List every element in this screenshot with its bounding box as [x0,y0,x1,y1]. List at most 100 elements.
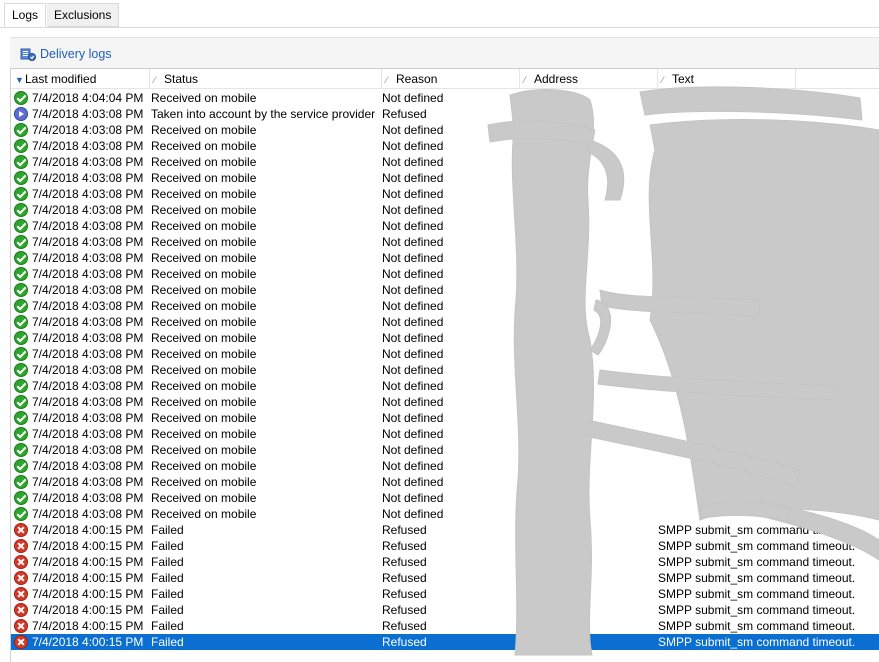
table-row[interactable]: 7/4/2018 4:00:15 PM Failed Refused SMPP sub… [11,634,879,650]
cell-status: Received on mobile [151,315,257,329]
failed-status-icon [14,539,28,553]
cell-last-modified: 7/4/2018 4:03:08 PM [32,507,144,521]
tab-exclusions[interactable]: Exclusions [47,3,120,27]
cell-last-modified: 7/4/2018 4:03:08 PM [32,219,144,233]
table-row[interactable]: 7/4/2018 4:03:08 PM Received on mobile Not… [11,218,879,234]
success-status-icon [14,235,28,249]
table-row[interactable]: 7/4/2018 4:00:15 PM Failed Refused SMPP sub… [11,602,879,618]
cell-status: Taken into account by the service provid… [151,107,376,121]
cell-last-modified: 7/4/2018 4:00:15 PM [32,539,144,553]
cell-status: Failed [151,619,184,633]
success-status-icon [14,475,28,489]
table-row[interactable]: 7/4/2018 4:03:08 PM Received on mobile Not… [11,186,879,202]
cell-reason: Not defined [382,347,444,361]
pending-status-icon [14,107,28,121]
failed-status-icon [14,571,28,585]
sort-icon: ⁄ [386,75,388,85]
table-row[interactable]: 7/4/2018 4:04:04 PM Received on mobile Not… [11,90,879,106]
cell-reason: Not defined [382,299,444,313]
cell-text: SMPP submit_sm command timeout. [658,587,856,601]
table-row[interactable]: 7/4/2018 4:03:08 PM Received on mobile Not… [11,282,879,298]
table-row[interactable]: 7/4/2018 4:00:15 PM Failed Refused SMPP sub… [11,554,879,570]
success-status-icon [14,91,28,105]
cell-status: Received on mobile [151,155,257,169]
grid-rows: 7/4/2018 4:04:04 PM Received on mobile Not… [11,90,879,650]
table-row[interactable]: 7/4/2018 4:03:08 PM Received on mobile Not… [11,122,879,138]
cell-status: Received on mobile [151,459,257,473]
delivery-logs-link[interactable]: Delivery logs [20,44,112,64]
cell-reason: Not defined [382,379,444,393]
sort-icon: ⁄ [154,75,156,85]
cell-status: Failed [151,571,184,585]
table-row[interactable]: 7/4/2018 4:03:08 PM Received on mobile Not… [11,458,879,474]
column-header-reason[interactable]: ⁄ Reason [382,69,520,88]
cell-status: Received on mobile [151,251,257,265]
table-row[interactable]: 7/4/2018 4:03:08 PM Received on mobile Not… [11,378,879,394]
cell-status: Received on mobile [151,395,257,409]
column-header-label: Address [534,72,579,86]
success-status-icon [14,187,28,201]
column-header-address[interactable]: ⁄ Address [520,69,658,88]
cell-status: Failed [151,539,184,553]
failed-status-icon [14,619,28,633]
table-row[interactable]: 7/4/2018 4:03:08 PM Received on mobile Not… [11,202,879,218]
success-status-icon [14,427,28,441]
column-header-status[interactable]: ⁄ Status [150,69,382,88]
success-status-icon [14,203,28,217]
table-row[interactable]: 7/4/2018 4:03:08 PM Received on mobile Not… [11,346,879,362]
cell-text: SMPP submit_sm command timeout. [658,555,856,569]
cell-reason: Refused [382,555,427,569]
cell-reason: Not defined [382,123,444,137]
table-row[interactable]: 7/4/2018 4:03:08 PM Received on mobile Not… [11,506,879,522]
column-header-label: Reason [396,72,438,86]
success-status-icon [14,347,28,361]
table-row[interactable]: 7/4/2018 4:03:08 PM Received on mobile Not… [11,394,879,410]
table-row[interactable]: 7/4/2018 4:03:08 PM Received on mobile Not… [11,490,879,506]
table-row[interactable]: 7/4/2018 4:00:15 PM Failed Refused SMPP sub… [11,538,879,554]
table-row[interactable]: 7/4/2018 4:03:08 PM Received on mobile Not… [11,442,879,458]
cell-last-modified: 7/4/2018 4:03:08 PM [32,363,144,377]
table-row[interactable]: 7/4/2018 4:03:08 PM Received on mobile Not… [11,154,879,170]
table-row[interactable]: 7/4/2018 4:03:08 PM Received on mobile Not… [11,138,879,154]
cell-last-modified: 7/4/2018 4:03:08 PM [32,475,144,489]
failed-status-icon [14,603,28,617]
table-row[interactable]: 7/4/2018 4:03:08 PM Received on mobile Not… [11,170,879,186]
table-row[interactable]: 7/4/2018 4:03:08 PM Received on mobile Not… [11,410,879,426]
sort-icon: ⁄ [524,75,526,85]
failed-status-icon [14,523,28,537]
table-row[interactable]: 7/4/2018 4:03:08 PM Received on mobile Not… [11,362,879,378]
cell-status: Failed [151,587,184,601]
sort-icon: ⁄ [662,75,664,85]
table-row[interactable]: 7/4/2018 4:00:15 PM Failed Refused SMPP sub… [11,570,879,586]
column-header-text[interactable]: ⁄ Text [658,69,796,88]
table-row[interactable]: 7/4/2018 4:03:08 PM Received on mobile Not… [11,314,879,330]
cell-reason: Not defined [382,219,444,233]
table-row[interactable]: 7/4/2018 4:03:08 PM Received on mobile Not… [11,250,879,266]
table-row[interactable]: 7/4/2018 4:03:08 PM Received on mobile Not… [11,234,879,250]
table-row[interactable]: 7/4/2018 4:03:08 PM Received on mobile Not… [11,298,879,314]
table-row[interactable]: 7/4/2018 4:03:08 PM Taken into account by… [11,106,879,122]
column-header-last-modified[interactable]: ▼Last modified [11,69,150,88]
cell-text: SMPP submit_sm command timeout. [658,635,856,649]
table-row[interactable]: 7/4/2018 4:03:08 PM Received on mobile Not… [11,426,879,442]
cell-last-modified: 7/4/2018 4:03:08 PM [32,459,144,473]
cell-last-modified: 7/4/2018 4:03:08 PM [32,251,144,265]
cell-reason: Not defined [382,507,444,521]
table-row[interactable]: 7/4/2018 4:00:15 PM Failed Refused SMPP sub… [11,522,879,538]
cell-last-modified: 7/4/2018 4:03:08 PM [32,491,144,505]
cell-status: Received on mobile [151,507,257,521]
tab-logs[interactable]: Logs [4,3,47,27]
table-row[interactable]: 7/4/2018 4:03:08 PM Received on mobile Not… [11,474,879,490]
table-row[interactable]: 7/4/2018 4:03:08 PM Received on mobile Not… [11,266,879,282]
table-row[interactable]: 7/4/2018 4:00:15 PM Failed Refused SMPP sub… [11,618,879,634]
table-row[interactable]: 7/4/2018 4:00:15 PM Failed Refused SMPP sub… [11,586,879,602]
cell-reason: Not defined [382,91,444,105]
cell-reason: Refused [382,523,427,537]
table-row[interactable]: 7/4/2018 4:03:08 PM Received on mobile Not… [11,330,879,346]
success-status-icon [14,507,28,521]
cell-status: Received on mobile [151,219,257,233]
cell-last-modified: 7/4/2018 4:03:08 PM [32,395,144,409]
success-status-icon [14,267,28,281]
cell-last-modified: 7/4/2018 4:00:15 PM [32,635,144,649]
cell-reason: Refused [382,539,427,553]
